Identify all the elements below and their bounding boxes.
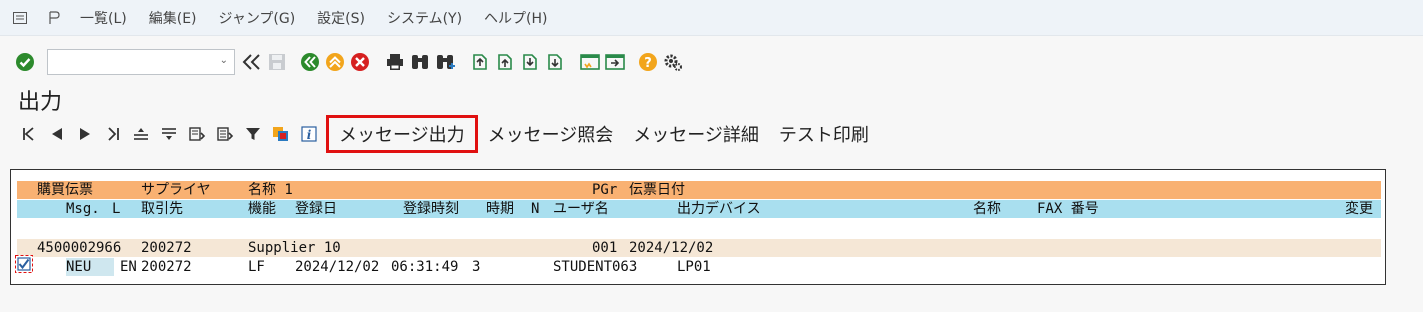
created-time: 06:31:49 xyxy=(391,259,459,275)
total-icon[interactable] xyxy=(214,123,236,145)
col-partner: 取引先 xyxy=(141,201,183,217)
supplier-name: Supplier 10 xyxy=(248,240,341,256)
col-msg: Msg. xyxy=(66,201,100,217)
output-message-button[interactable]: メッセージ出力 xyxy=(326,115,478,153)
page-title: 出力 xyxy=(18,90,63,115)
settings-gear-icon[interactable] xyxy=(662,51,684,73)
message-language: EN xyxy=(120,259,137,275)
next-page-icon[interactable] xyxy=(519,51,541,73)
new-session-icon[interactable] xyxy=(579,51,601,73)
subtotal-icon[interactable] xyxy=(186,123,208,145)
last-item-icon[interactable] xyxy=(102,123,124,145)
next-item-icon[interactable] xyxy=(74,123,96,145)
col-device: 出力デバイス xyxy=(677,201,761,217)
partner-number: 200272 xyxy=(141,259,192,275)
user-name: STUDENT063 xyxy=(553,259,638,275)
find-next-icon[interactable] xyxy=(434,51,456,73)
col-created-time: 登録時刻 xyxy=(403,201,459,217)
command-field[interactable]: ⌄ xyxy=(47,49,235,75)
message-status: NEU xyxy=(66,258,114,276)
col-function: 機能 xyxy=(248,201,276,217)
application-toolbar: i メッセージ出力 メッセージ照会 メッセージ詳細 テスト印刷 xyxy=(0,115,1423,153)
menu-list[interactable]: 一覧(L) xyxy=(80,8,127,28)
col-po-number: 購買伝票 xyxy=(37,182,93,198)
menu-edit[interactable]: 編集(E) xyxy=(149,8,197,28)
col-pgr: PGr xyxy=(592,182,618,198)
col-fax: FAX 番号 xyxy=(1037,201,1099,217)
first-item-icon[interactable] xyxy=(18,123,40,145)
menu-bar: 一覧(L) 編集(E) ジャンプ(G) 設定(S) システム(Y) ヘルプ(H) xyxy=(0,0,1423,36)
test-print-button[interactable]: テスト印刷 xyxy=(769,115,879,153)
purchasing-group: 001 xyxy=(592,240,618,256)
list-header-row-2: Msg. L 取引先 機能 登録日 登録時刻 時期 N ユーザ名 出力デバイス … xyxy=(17,200,1381,218)
sap-window: 一覧(L) 編集(E) ジャンプ(G) 設定(S) システム(Y) ヘルプ(H)… xyxy=(0,0,1423,312)
col-lang: L xyxy=(112,201,121,217)
po-number[interactable]: 4500002966 xyxy=(37,239,121,257)
print-icon[interactable] xyxy=(384,51,406,73)
col-name1: 名称 1 xyxy=(248,182,293,198)
last-page-icon[interactable] xyxy=(544,51,566,73)
col-timing: 時期 xyxy=(486,201,514,217)
previous-item-icon[interactable] xyxy=(46,123,68,145)
sort-ascending-icon[interactable] xyxy=(130,123,152,145)
created-date: 2024/12/02 xyxy=(295,259,380,275)
previous-page-icon[interactable] xyxy=(494,51,516,73)
col-doc-date: 伝票日付 xyxy=(629,182,685,198)
message-list: 購買伝票 サプライヤ 名称 1 PGr 伝票日付 Msg. L 取引先 機能 登… xyxy=(10,169,1386,285)
col-change: 変更 xyxy=(1345,201,1373,217)
sort-descending-icon[interactable] xyxy=(158,123,180,145)
col-user: ユーザ名 xyxy=(553,201,609,217)
copy-layout-icon[interactable] xyxy=(270,123,292,145)
filter-icon[interactable] xyxy=(242,123,264,145)
table-row-message[interactable]: NEU EN 200272 LF 2024/12/02 06:31:49 3 S… xyxy=(17,258,1381,276)
back-icon[interactable] xyxy=(299,51,321,73)
col-name: 名称 xyxy=(973,201,1001,217)
menu-system[interactable]: システム(Y) xyxy=(387,8,462,28)
help-icon[interactable]: ? xyxy=(637,51,659,73)
transaction-icon[interactable] xyxy=(46,10,62,25)
supplier-number: 200272 xyxy=(141,240,192,256)
partner-function: LF xyxy=(248,259,265,275)
double-left-icon[interactable] xyxy=(241,51,263,73)
cancel-icon[interactable] xyxy=(349,51,371,73)
exit-icon[interactable] xyxy=(324,51,346,73)
col-medium: N xyxy=(531,201,540,217)
chevron-down-icon[interactable]: ⌄ xyxy=(220,55,228,66)
document-date: 2024/12/02 xyxy=(629,240,714,256)
info-icon[interactable]: i xyxy=(298,123,320,145)
standard-toolbar: ⌄ ? xyxy=(0,44,1423,80)
list-header-row-1: 購買伝票 サプライヤ 名称 1 PGr 伝票日付 xyxy=(17,181,1381,199)
menu-icon[interactable] xyxy=(12,11,28,25)
first-page-icon[interactable] xyxy=(469,51,491,73)
enter-check-icon[interactable] xyxy=(14,51,36,73)
col-created-date: 登録日 xyxy=(295,201,337,217)
row-select-checkbox[interactable] xyxy=(15,255,33,273)
menu-help[interactable]: ヘルプ(H) xyxy=(484,8,547,28)
shortcut-icon[interactable] xyxy=(604,51,626,73)
output-device: LP01 xyxy=(677,259,711,275)
table-row-document[interactable]: 4500002966 200272 Supplier 10 001 2024/1… xyxy=(17,239,1381,257)
col-supplier: サプライヤ xyxy=(141,182,211,198)
menu-settings[interactable]: 設定(S) xyxy=(317,8,365,28)
display-message-button[interactable]: メッセージ照会 xyxy=(478,115,624,153)
save-icon[interactable] xyxy=(266,51,288,73)
dispatch-timing: 3 xyxy=(472,259,481,275)
svg-text:i: i xyxy=(307,128,312,142)
svg-text:?: ? xyxy=(644,56,652,71)
message-details-button[interactable]: メッセージ詳細 xyxy=(623,115,769,153)
find-icon[interactable] xyxy=(409,51,431,73)
menu-goto[interactable]: ジャンプ(G) xyxy=(219,8,296,28)
